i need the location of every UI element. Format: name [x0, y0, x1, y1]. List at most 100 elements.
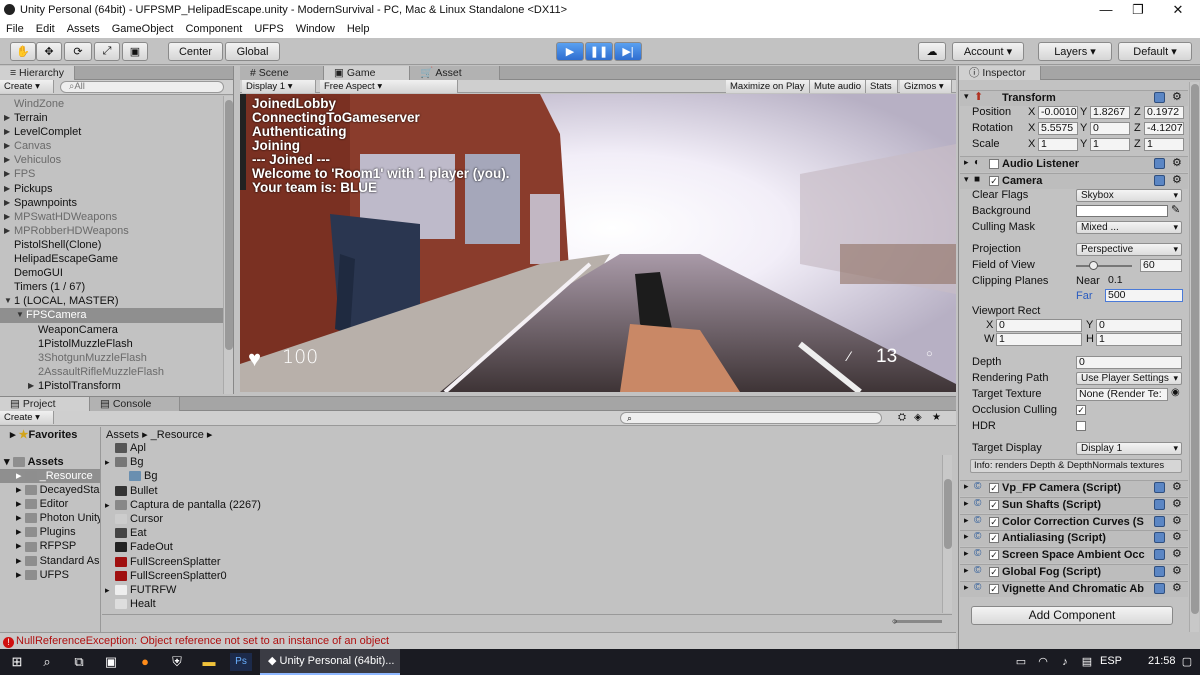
menu-ufps[interactable]: UFPS — [248, 23, 289, 35]
far-field[interactable]: 500 — [1105, 289, 1183, 302]
collapsed-arrow-icon[interactable]: ▶ — [4, 182, 10, 196]
hierarchy-item[interactable]: ▶ Terrain — [0, 111, 233, 125]
folder-arrow-icon[interactable]: ▸ — [16, 484, 25, 496]
photoshop-icon[interactable]: Ps — [230, 653, 252, 671]
folder-arrow-icon[interactable]: ▸ — [16, 540, 25, 552]
icon-size-slider[interactable] — [894, 620, 942, 623]
hierarchy-item[interactable]: ▶ Vehiculos — [0, 153, 233, 167]
tab-hierarchy[interactable]: ≡ Hierarchy — [0, 66, 75, 80]
fov-slider-track[interactable] — [1076, 265, 1132, 267]
viewport-y-field[interactable]: 0 — [1096, 319, 1182, 332]
inspector-scrollbar[interactable] — [1189, 82, 1199, 632]
breadcrumb-assets[interactable]: Assets — [106, 429, 139, 441]
minimize-icon[interactable]: — — [1088, 0, 1124, 20]
help-icon[interactable] — [1154, 498, 1165, 510]
asset-item[interactable]: Healt — [102, 597, 942, 611]
script-enable-checkbox[interactable]: ✓ — [989, 516, 999, 527]
menu-edit[interactable]: Edit — [30, 23, 61, 35]
position-z-field[interactable]: 0.1972 — [1144, 106, 1184, 119]
target-texture-field[interactable]: None (Render Te: — [1076, 388, 1168, 401]
gizmos-dropdown[interactable]: Gizmos ▾ — [900, 80, 952, 93]
help-icon[interactable] — [1154, 582, 1165, 594]
tab-console[interactable]: ▤ Console — [90, 397, 180, 411]
position-y-field[interactable]: 1.8267 — [1090, 106, 1130, 119]
gear-icon[interactable]: ⚙ — [1172, 173, 1182, 186]
folder-item[interactable]: ▸ Editor — [0, 497, 100, 511]
expanded-arrow-icon[interactable]: ▼ — [4, 294, 12, 308]
action-center-icon[interactable]: ▢ — [1176, 653, 1198, 671]
asset-item[interactable]: Apl — [102, 441, 942, 455]
windows-start-icon[interactable]: ⊞ — [6, 653, 28, 671]
hierarchy-scroll-thumb[interactable] — [225, 100, 233, 350]
account-dropdown[interactable]: Account ▾ — [952, 42, 1024, 61]
add-component-button[interactable]: Add Component — [971, 606, 1173, 625]
rotation-z-field[interactable]: -4.1207 — [1144, 122, 1184, 135]
asset-item[interactable]: Eat — [102, 526, 942, 540]
cloud-icon[interactable]: ☁ — [918, 42, 946, 61]
folder-arrow-icon[interactable]: ▸ — [16, 512, 25, 524]
help-icon[interactable] — [1154, 158, 1165, 169]
hierarchy-create-dropdown[interactable]: Create ▾ — [0, 80, 54, 93]
tab-inspector[interactable]: ⓘ Inspector — [959, 66, 1041, 80]
fold-arrow-icon[interactable]: ▸ — [964, 565, 969, 576]
project-search-input[interactable]: ⌕ — [620, 412, 882, 424]
collapsed-arrow-icon[interactable]: ▶ — [28, 379, 34, 393]
asset-item[interactable]: Bullet — [102, 484, 942, 498]
file-explorer-icon[interactable]: ▬ — [198, 653, 220, 671]
aspect-dropdown[interactable]: Free Aspect ▾ — [320, 80, 458, 93]
help-icon[interactable] — [1154, 566, 1165, 577]
hierarchy-item[interactable]: ▶ FPS — [0, 167, 233, 181]
battery-icon[interactable]: ▭ — [1010, 653, 1032, 671]
taskbar-unity-app[interactable]: ◆ Unity Personal (64bit)... — [260, 649, 400, 675]
fold-arrow-icon[interactable]: ▾ — [964, 174, 969, 185]
asset-item[interactable]: ▸ FUTRFW — [102, 583, 942, 597]
help-icon[interactable] — [1154, 515, 1165, 527]
hierarchy-item[interactable]: HelipadEscapeGame — [0, 252, 233, 266]
pivot-global-button[interactable]: Global — [225, 42, 280, 61]
hdr-checkbox[interactable] — [1076, 421, 1086, 431]
filter-type-icon[interactable]: ⛭ — [898, 412, 906, 423]
expanded-arrow-icon[interactable]: ▼ — [16, 308, 24, 322]
hierarchy-item[interactable]: ▶ MPRobberHDWeapons — [0, 224, 233, 238]
hierarchy-item[interactable]: ▼ FPSCamera — [0, 308, 233, 323]
status-bar[interactable]: ! NullReferenceException: Object referenc… — [0, 632, 956, 649]
task-view-icon[interactable]: ⧉ — [68, 653, 90, 671]
viewport-h-field[interactable]: 1 — [1096, 333, 1182, 346]
gear-icon[interactable]: ⚙ — [1172, 480, 1182, 493]
gear-icon[interactable]: ⚙ — [1172, 156, 1182, 169]
rendering-path-dropdown[interactable]: Use Player Settings — [1076, 372, 1182, 385]
occlusion-culling-checkbox[interactable]: ✓ — [1076, 405, 1086, 415]
game-view[interactable]: JoinedLobby ConnectingToGameserver Authent… — [240, 94, 956, 392]
hierarchy-item[interactable]: ▶ 1PistolTransform — [0, 379, 233, 393]
hierarchy-scrollbar[interactable] — [223, 96, 233, 394]
collapsed-arrow-icon[interactable]: ▶ — [4, 210, 10, 224]
collapsed-arrow-icon[interactable]: ▶ — [4, 224, 10, 238]
fold-arrow-icon[interactable]: ▸ — [964, 481, 969, 492]
notification-icon[interactable]: ▤ — [1076, 653, 1098, 671]
rect-tool-icon[interactable]: ▣ — [122, 42, 148, 61]
gear-icon[interactable]: ⚙ — [1172, 581, 1182, 594]
help-icon[interactable] — [1154, 175, 1165, 186]
breadcrumb-resource[interactable]: _Resource — [151, 429, 204, 441]
asset-arrow-icon[interactable]: ▸ — [105, 455, 110, 469]
fold-arrow-icon[interactable]: ▸ — [964, 157, 969, 168]
menu-help[interactable]: Help — [341, 23, 376, 35]
eyedropper-icon[interactable]: ✎ — [1171, 203, 1180, 216]
script-enable-checkbox[interactable]: ✓ — [989, 550, 999, 561]
wifi-icon[interactable]: ◠ — [1032, 653, 1054, 671]
menu-component[interactable]: Component — [179, 23, 248, 35]
help-icon[interactable] — [1154, 482, 1165, 493]
hierarchy-item[interactable]: ▶ LevelComplet — [0, 125, 233, 139]
script-enable-checkbox[interactable]: ✓ — [989, 483, 999, 493]
tab-scene[interactable]: # Scene — [240, 66, 324, 80]
asset-arrow-icon[interactable]: ▸ — [105, 583, 110, 597]
asset-item[interactable]: ▸ Captura de pantalla (2267) — [102, 498, 942, 512]
fov-field[interactable]: 60 — [1140, 259, 1182, 272]
hierarchy-item[interactable]: ▶ MPSwatHDWeapons — [0, 210, 233, 224]
depth-field[interactable]: 0 — [1076, 356, 1182, 369]
folder-item[interactable]: ▸ Photon Unity — [0, 511, 100, 525]
projection-dropdown[interactable]: Perspective — [1076, 243, 1182, 256]
layout-dropdown[interactable]: Default ▾ — [1118, 42, 1192, 61]
hierarchy-item[interactable]: ▶ Canvas — [0, 139, 233, 153]
asset-item[interactable]: Cursor — [102, 512, 942, 526]
